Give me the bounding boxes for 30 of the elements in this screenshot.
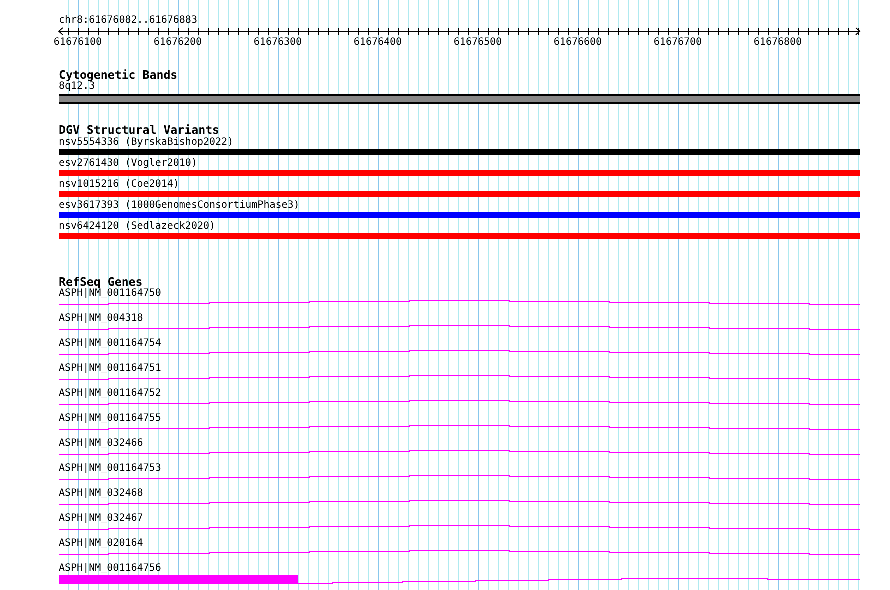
tick-label: 61676600 [554, 37, 602, 48]
feature-label: ASPH|NM_032466 [59, 438, 144, 450]
feature-label: ASPH|NM_020164 [59, 538, 144, 550]
feature-label: ASPH|NM_032467 [59, 513, 144, 525]
track-title: RefSeq Genes [59, 276, 143, 288]
tick-label: 61676700 [654, 37, 702, 48]
feature-label: esv2761430 (Vogler2010) [59, 158, 198, 170]
feature-label: ASPH|NM_001164752 [59, 388, 162, 400]
feature-label: ASPH|NM_001164753 [59, 463, 162, 475]
feature-label: nsv1015216 (Coe2014) [59, 179, 180, 191]
feature-label: esv3617393 (1000GenomesConsortiumPhase3) [59, 200, 301, 212]
feature-label: nsv6424120 (Sedlazeck2020) [59, 221, 217, 233]
feature-label: ASPH|NM_001164754 [59, 338, 162, 350]
tick-label: 61676400 [354, 37, 402, 48]
tick-label: 61676300 [254, 37, 302, 48]
feature-label: nsv5554336 (ByrskaBishop2022) [59, 137, 235, 149]
track-title: Cytogenetic Bands [59, 69, 179, 81]
feature-label: ASPH|NM_001164750 [59, 288, 162, 300]
track-title: DGV Structural Variants [59, 124, 221, 136]
tick-label: 61676200 [154, 37, 202, 48]
tick-label: 61676800 [754, 37, 802, 48]
feature-label: ASPH|NM_001164756 [59, 563, 162, 575]
feature-label: ASPH|NM_001164755 [59, 413, 162, 425]
feature-label: ASPH|NM_032468 [59, 488, 144, 500]
feature-label: 8q12.3 [59, 81, 96, 93]
feature-label: ASPH|NM_004318 [59, 313, 144, 325]
position-label: chr8:61676082..61676883 [59, 15, 198, 27]
tick-label: 61676500 [454, 37, 502, 48]
feature-label: ASPH|NM_001164751 [59, 363, 162, 375]
tick-label: 61676100 [54, 37, 102, 48]
